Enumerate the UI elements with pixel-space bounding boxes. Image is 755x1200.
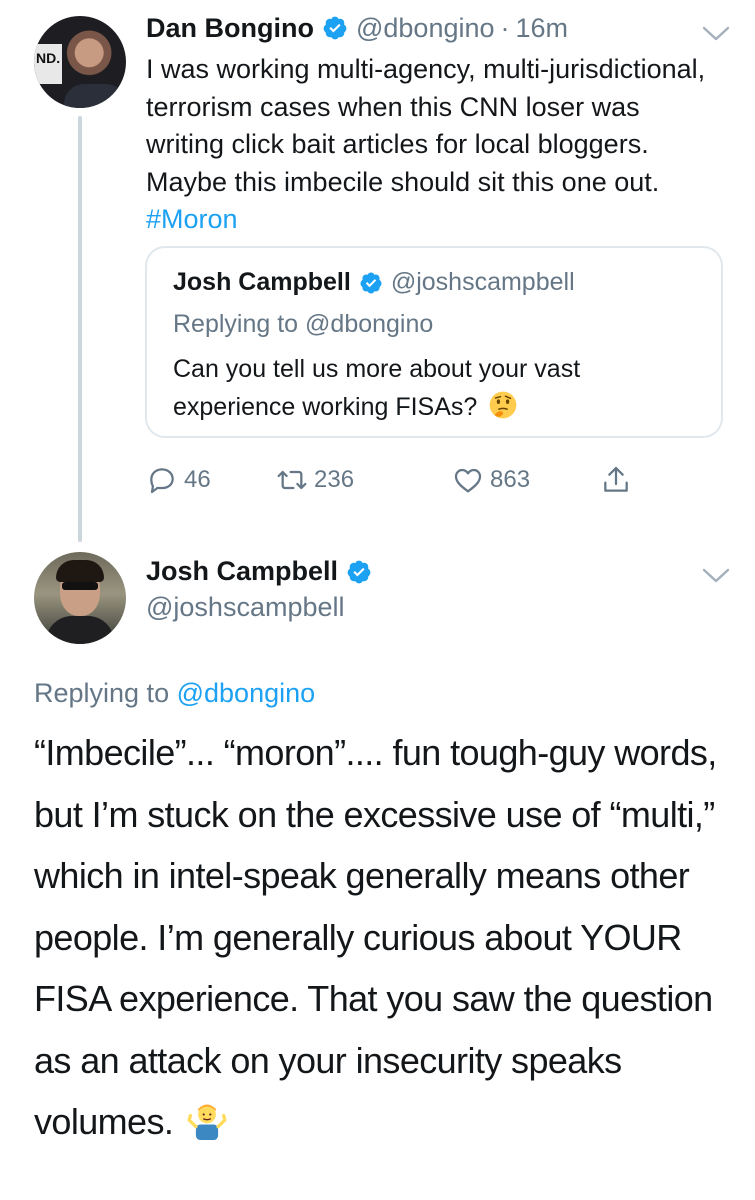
quoted-tweet[interactable]: Josh Campbell @joshscampbell Replying to… — [145, 246, 723, 438]
reply-button[interactable]: 46 — [146, 462, 211, 498]
avatar-sunglasses — [62, 582, 98, 590]
author-handle[interactable]: @dbongino — [356, 13, 495, 44]
share-icon — [604, 466, 628, 492]
reply-count: 46 — [184, 466, 211, 493]
author-name[interactable]: Dan Bongino — [146, 13, 314, 44]
quoted-tweet-header: Josh Campbell @joshscampbell — [173, 268, 575, 297]
timestamp[interactable]: 16m — [516, 13, 569, 44]
tweet-dan-bongino[interactable]: ND. Dan Bongino @dbongino · 16m I was wo… — [0, 0, 755, 542]
tweet-header: Dan Bongino @dbongino · 16m — [146, 10, 568, 46]
tweet-body: “Imbecile”... “moron”.... fun tough-guy … — [34, 732, 717, 1142]
avatar-banner: ND. — [34, 44, 62, 84]
like-icon — [454, 468, 482, 493]
quoted-replying-to: Replying to @dbongino — [173, 310, 433, 339]
reply-icon — [150, 468, 174, 494]
retweet-icon — [277, 470, 307, 490]
tweet-body: I was working multi-agency, multi-jurisd… — [146, 54, 706, 197]
retweet-count: 236 — [314, 466, 355, 493]
verified-badge-icon — [347, 560, 371, 583]
tweet-josh-campbell[interactable]: Josh Campbell @joshscampbell Replying to… — [0, 540, 755, 1200]
mention-link[interactable]: @dbongino — [177, 678, 316, 708]
retweet-button[interactable]: 236 — [276, 462, 354, 498]
replying-prefix: Replying to — [34, 678, 170, 708]
verified-badge-icon — [360, 272, 382, 293]
quoted-author-name: Josh Campbell — [173, 268, 351, 296]
avatar[interactable]: ND. — [34, 16, 126, 108]
avatar[interactable] — [34, 552, 126, 644]
quoted-tweet-text: Can you tell us more about your vast exp… — [173, 350, 693, 426]
verified-badge-icon — [323, 16, 347, 40]
avatar-shirt — [64, 84, 126, 108]
like-count: 863 — [490, 466, 531, 493]
thread-line — [78, 116, 82, 542]
replying-prefix: Replying to — [173, 310, 299, 338]
thinking-face-emoji — [489, 391, 517, 419]
tweet-text: I was working multi-agency, multi-jurisd… — [146, 51, 721, 239]
chevron-down-icon[interactable] — [700, 564, 732, 586]
quoted-body: Can you tell us more about your vast exp… — [173, 355, 581, 421]
like-button[interactable]: 863 — [452, 462, 530, 498]
separator: · — [500, 12, 510, 43]
hashtag-link[interactable]: #Moron — [146, 204, 238, 234]
man-shrugging-emoji — [187, 1104, 227, 1140]
author-handle[interactable]: @joshscampbell — [146, 592, 345, 623]
chevron-down-icon[interactable] — [700, 22, 732, 44]
tweet-actions: 46 236 863 — [146, 462, 666, 498]
avatar-body — [46, 616, 114, 644]
share-button[interactable] — [600, 462, 638, 498]
quoted-author-handle: @joshscampbell — [390, 268, 575, 296]
avatar-hair — [56, 560, 104, 582]
avatar-label: ND. — [36, 50, 61, 66]
tweet-header: Josh Campbell — [146, 556, 380, 587]
replying-to: Replying to @dbongino — [34, 678, 315, 709]
author-name[interactable]: Josh Campbell — [146, 556, 338, 587]
tweet-text: “Imbecile”... “moron”.... fun tough-guy … — [34, 722, 734, 1153]
mention-link: @dbongino — [305, 310, 434, 338]
